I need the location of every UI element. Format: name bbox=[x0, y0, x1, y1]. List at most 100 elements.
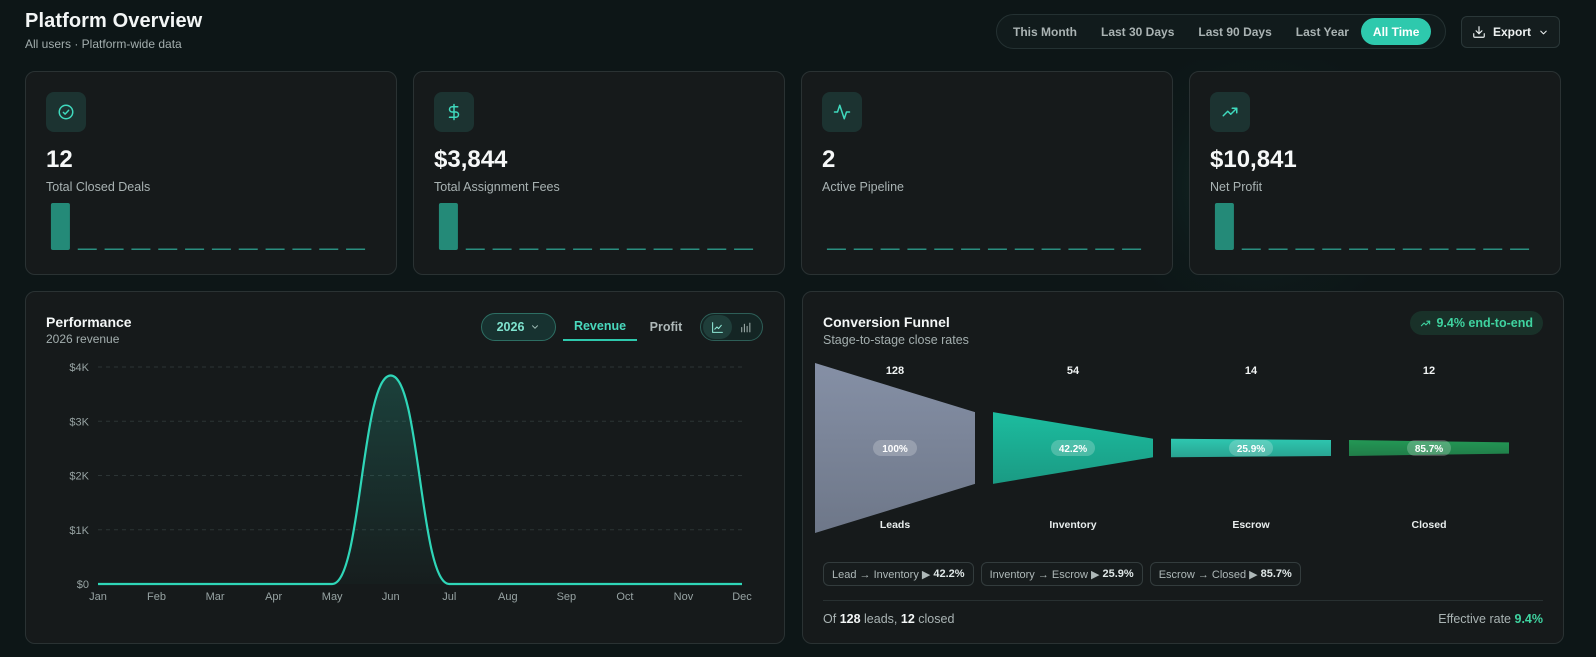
stat-card-closed-deals: 12 Total Closed Deals bbox=[25, 71, 397, 275]
chevron-down-icon bbox=[532, 325, 539, 329]
divider bbox=[823, 600, 1543, 601]
effective-rate-value: 9.4% bbox=[1514, 612, 1544, 626]
spark-baseline bbox=[1014, 248, 1034, 250]
stage-name: Escrow bbox=[1232, 519, 1270, 531]
spark-baseline bbox=[1510, 248, 1530, 250]
stage-rate: 85.7% bbox=[1415, 444, 1443, 455]
spark-baseline bbox=[573, 248, 593, 250]
export-button[interactable]: Export bbox=[1461, 16, 1560, 48]
stage-name: Leads bbox=[880, 519, 911, 531]
chart-type-toggle bbox=[700, 313, 763, 341]
spark-baseline bbox=[1322, 248, 1342, 250]
bar-chart-button[interactable] bbox=[732, 315, 761, 339]
x-tick-label: May bbox=[322, 591, 343, 603]
stage-rate: 42.2% bbox=[1059, 444, 1087, 455]
spark-baseline bbox=[734, 248, 754, 250]
spark-baseline bbox=[1041, 248, 1061, 250]
year-value: 2026 bbox=[496, 320, 525, 334]
spark-baseline bbox=[599, 248, 619, 250]
spark-baseline bbox=[185, 248, 205, 250]
x-tick-label: Aug bbox=[498, 591, 518, 603]
y-tick-label: $3K bbox=[69, 416, 89, 428]
line-chart-button[interactable] bbox=[703, 315, 732, 339]
end-to-end-value: 9.4% end-to-end bbox=[1436, 316, 1533, 330]
sparkline bbox=[50, 203, 366, 250]
trending-up-icon bbox=[1421, 320, 1431, 326]
date-range-selector: This Month Last 30 Days Last 90 Days Las… bbox=[996, 14, 1446, 49]
spark-baseline bbox=[77, 248, 97, 250]
spark-baseline bbox=[707, 248, 727, 250]
spark-baseline bbox=[319, 248, 339, 250]
x-tick-label: Oct bbox=[616, 591, 633, 603]
spark-baseline bbox=[104, 248, 124, 250]
range-all-time[interactable]: All Time bbox=[1360, 18, 1432, 45]
x-tick-label: Nov bbox=[674, 591, 694, 603]
stage-count: 12 bbox=[1423, 365, 1435, 377]
stat-card-assignment-fees: $3,844 Total Assignment Fees bbox=[413, 71, 785, 275]
conversion-funnel-card: 128 100% Leads 54 42.2% Inventory 14 25.9% Escro… bbox=[802, 291, 1564, 644]
spark-baseline bbox=[934, 248, 954, 250]
x-tick-label: Jun bbox=[382, 591, 400, 603]
range-last-30-days[interactable]: Last 30 Days bbox=[1089, 18, 1186, 45]
stat-value: 12 bbox=[46, 146, 73, 173]
spark-baseline bbox=[1375, 248, 1395, 250]
spark-baseline bbox=[853, 248, 873, 250]
spark-baseline bbox=[680, 248, 700, 250]
tab-revenue[interactable]: Revenue bbox=[563, 313, 637, 341]
spark-baseline bbox=[265, 248, 285, 250]
transition-chip: Lead → Inventory ▶ 42.2% bbox=[823, 562, 974, 586]
funnel-title: Conversion Funnel bbox=[823, 314, 950, 330]
x-tick-label: Dec bbox=[732, 591, 752, 603]
summary-suffix: closed bbox=[918, 612, 955, 626]
spark-baseline bbox=[626, 248, 646, 250]
stage-count: 54 bbox=[1067, 365, 1080, 377]
spark-baseline bbox=[880, 248, 900, 250]
end-to-end-badge: 9.4% end-to-end bbox=[1410, 311, 1543, 335]
bar-chart-icon bbox=[741, 322, 751, 332]
spark-baseline bbox=[1095, 248, 1115, 250]
stage-count: 128 bbox=[886, 365, 904, 377]
stat-value: 2 bbox=[822, 146, 836, 173]
spark-baseline bbox=[519, 248, 539, 250]
spark-baseline bbox=[492, 248, 512, 250]
stat-card-net-profit: $10,841 Net Profit bbox=[1189, 71, 1561, 275]
sparkline bbox=[826, 248, 1142, 250]
transition-rate: 42.2% bbox=[933, 568, 965, 580]
summary-mid: leads, bbox=[864, 612, 898, 626]
stat-value: $10,841 bbox=[1210, 146, 1297, 173]
range-this-month[interactable]: This Month bbox=[1001, 18, 1089, 45]
transition-chip: Escrow → Closed ▶ 85.7% bbox=[1149, 562, 1301, 586]
spark-baseline bbox=[907, 248, 927, 250]
line-chart-icon bbox=[711, 321, 723, 333]
x-tick-label: Apr bbox=[265, 591, 282, 603]
summary-prefix: Of bbox=[823, 612, 837, 626]
tab-profit[interactable]: Profit bbox=[644, 313, 688, 341]
chevron-down-icon bbox=[1540, 30, 1547, 34]
trending-up-icon bbox=[1210, 92, 1250, 132]
summary-leads: 128 bbox=[839, 612, 861, 626]
x-tick-label: Jan bbox=[89, 591, 107, 603]
spark-baseline bbox=[1483, 248, 1503, 250]
year-select[interactable]: 2026 bbox=[481, 313, 556, 341]
transition-rate: 85.7% bbox=[1260, 568, 1292, 580]
y-tick-label: $0 bbox=[77, 579, 89, 591]
performance-card: $0 $1K $2K $3K $4K Jan Feb Mar Apr May Jun Jul Aug Se… bbox=[25, 291, 785, 644]
effective-rate: Effective rate 9.4% bbox=[1438, 612, 1543, 626]
stat-label: Total Closed Deals bbox=[46, 180, 151, 194]
spark-baseline bbox=[1241, 248, 1261, 250]
stage-count: 14 bbox=[1245, 365, 1258, 377]
spark-baseline bbox=[292, 248, 312, 250]
range-last-90-days[interactable]: Last 90 Days bbox=[1186, 18, 1283, 45]
spark-baseline bbox=[987, 248, 1007, 250]
transition-label: Inventory → Escrow ▶ bbox=[989, 568, 1100, 581]
effective-rate-label: Effective rate bbox=[1438, 612, 1512, 626]
x-tick-label: Jul bbox=[442, 591, 456, 603]
spark-baseline bbox=[131, 248, 151, 250]
export-label: Export bbox=[1492, 25, 1531, 39]
transition-label: Lead → Inventory ▶ bbox=[832, 568, 931, 581]
range-last-year[interactable]: Last Year bbox=[1284, 18, 1361, 45]
spark-baseline bbox=[1122, 248, 1142, 250]
spark-baseline bbox=[158, 248, 178, 250]
spark-baseline bbox=[826, 248, 846, 250]
spark-baseline bbox=[1349, 248, 1369, 250]
